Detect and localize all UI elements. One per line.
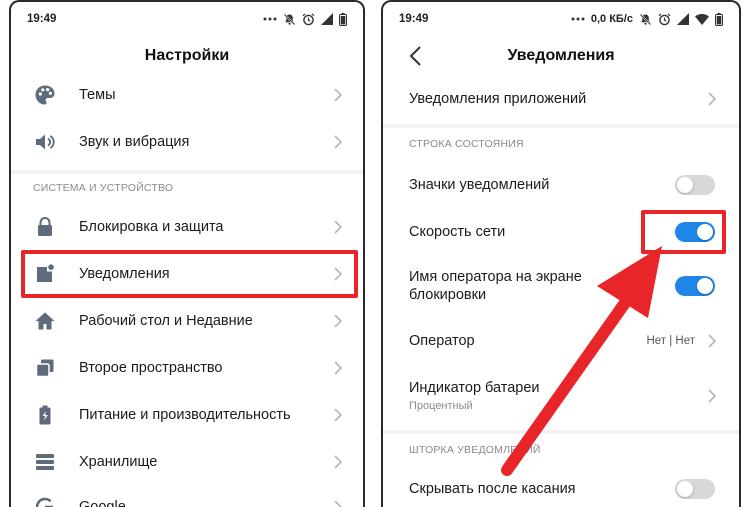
wifi-icon: [695, 13, 709, 25]
hide-after-tap-item[interactable]: Скрывать после касания: [383, 466, 739, 507]
settings-item-label: Блокировка и защита: [79, 219, 224, 235]
settings-item-label: Второе пространство: [79, 360, 223, 376]
network-speed-label: Скорость сети: [409, 224, 506, 240]
left-phone-settings: 19:49 Настройки Темы Звук и вибрация СИС…: [9, 0, 365, 507]
second-space-icon: [33, 356, 57, 380]
settings-item-label: Звук и вибрация: [79, 134, 190, 150]
chevron-right-icon: [708, 92, 717, 106]
alarm-icon: [302, 12, 315, 26]
settings-item-label: Уведомления: [79, 266, 170, 282]
mute-bell-icon: [639, 13, 652, 26]
chevron-right-icon: [334, 314, 343, 328]
chevron-right-icon: [334, 220, 343, 234]
battery-icon: [339, 12, 347, 26]
settings-item-label: Питание и производительность: [79, 407, 291, 423]
hide-after-tap-label: Скрывать после касания: [409, 481, 576, 497]
status-bar: 19:49: [11, 2, 363, 36]
back-arrow-icon[interactable]: [405, 43, 429, 69]
app-notifications-label: Уведомления приложений: [409, 91, 587, 107]
notification-icon: [33, 262, 57, 286]
carrier-lockscreen-item[interactable]: Имя оператора на экране блокировки: [383, 258, 739, 314]
chevron-right-icon: [334, 135, 343, 149]
screenshot-canvas: 19:49 Настройки Темы Звук и вибрация СИС…: [0, 0, 750, 507]
battery-bolt-icon: [33, 403, 57, 427]
settings-item-notifications[interactable]: Уведомления: [11, 251, 363, 297]
carrier-lockscreen-toggle[interactable]: [675, 276, 715, 296]
toggle-knob: [677, 177, 693, 193]
network-speed-toggle[interactable]: [675, 222, 715, 242]
app-notifications-item[interactable]: Уведомления приложений: [383, 76, 739, 122]
settings-item-storage[interactable]: Хранилище: [11, 439, 363, 485]
toggle-knob: [677, 481, 693, 497]
section-header-shade: ШТОРКА УВЕДОМЛЕНИЙ: [409, 444, 541, 456]
settings-item-label: Рабочий стол и Недавние: [79, 313, 253, 329]
status-time: 19:49: [27, 13, 57, 25]
section-header-system: СИСТЕМА И УСТРОЙСТВО: [33, 182, 174, 194]
status-bar: 19:49 0,0 КБ/с: [383, 2, 739, 36]
section-divider: [383, 124, 739, 128]
status-icons: 0,0 КБ/с: [571, 12, 723, 26]
carrier-label: Оператор: [409, 333, 475, 349]
carrier-item[interactable]: Оператор Нет | Нет: [383, 318, 739, 364]
signal-icon: [677, 13, 689, 25]
carrier-lockscreen-label-line2: блокировки: [409, 287, 487, 303]
settings-item-google[interactable]: Google: [11, 484, 363, 507]
chevron-right-icon: [334, 267, 343, 281]
speaker-icon: [33, 130, 57, 154]
toggle-knob: [697, 224, 713, 240]
section-divider: [383, 430, 739, 434]
more-dots-icon: [263, 17, 277, 21]
hide-after-tap-toggle[interactable]: [675, 479, 715, 499]
battery-indicator-sub: Процентный: [409, 400, 473, 412]
storage-icon: [33, 450, 57, 474]
settings-item-home[interactable]: Рабочий стол и Недавние: [11, 298, 363, 344]
toggle-knob: [697, 278, 713, 294]
mute-bell-icon: [283, 13, 296, 26]
page-title: Настройки: [144, 47, 230, 64]
chevron-right-icon: [334, 361, 343, 375]
chevron-right-icon: [334, 455, 343, 469]
settings-item-label: Хранилище: [79, 454, 158, 470]
status-time: 19:49: [399, 13, 429, 25]
home-icon: [33, 309, 57, 333]
section-header-status-bar: СТРОКА СОСТОЯНИЯ: [409, 138, 524, 150]
carrier-lockscreen-label: Имя оператора на экране блокировки: [409, 268, 582, 304]
page-title: Уведомления: [383, 36, 739, 76]
chevron-right-icon: [334, 500, 343, 507]
network-speed-indicator: 0,0 КБ/с: [590, 13, 633, 25]
settings-item-second-space[interactable]: Второе пространство: [11, 345, 363, 391]
chevron-right-icon: [334, 88, 343, 102]
chevron-right-icon: [708, 389, 717, 403]
network-speed-item[interactable]: Скорость сети: [383, 209, 739, 255]
status-icons: [263, 12, 347, 26]
lock-icon: [33, 215, 57, 239]
settings-item-themes[interactable]: Темы: [11, 72, 363, 118]
battery-indicator-item[interactable]: Индикатор батареи Процентный: [383, 368, 739, 428]
settings-item-label: Google: [79, 499, 126, 507]
carrier-lockscreen-label-line1: Имя оператора на экране: [409, 269, 582, 285]
right-phone-notifications: 19:49 0,0 КБ/с Уведомления Уведомления п…: [381, 0, 741, 507]
notification-icons-toggle[interactable]: [675, 175, 715, 195]
battery-icon: [715, 12, 723, 26]
google-icon: [33, 495, 57, 507]
settings-item-lock[interactable]: Блокировка и защита: [11, 204, 363, 250]
settings-item-label: Темы: [79, 87, 116, 103]
signal-icon: [321, 13, 333, 25]
more-dots-icon: [571, 17, 585, 21]
notification-icons-label: Значки уведомлений: [409, 177, 550, 193]
carrier-value: Нет | Нет: [646, 335, 695, 347]
chevron-right-icon: [334, 408, 343, 422]
settings-item-power[interactable]: Питание и производительность: [11, 392, 363, 438]
battery-indicator-label: Индикатор батареи: [409, 380, 540, 396]
alarm-icon: [658, 12, 671, 26]
page-title-text: Уведомления: [507, 47, 615, 64]
settings-item-sound[interactable]: Звук и вибрация: [11, 119, 363, 165]
chevron-right-icon: [708, 334, 717, 348]
notification-icons-item[interactable]: Значки уведомлений: [383, 162, 739, 208]
section-divider: [11, 170, 363, 174]
palette-icon: [33, 83, 57, 107]
